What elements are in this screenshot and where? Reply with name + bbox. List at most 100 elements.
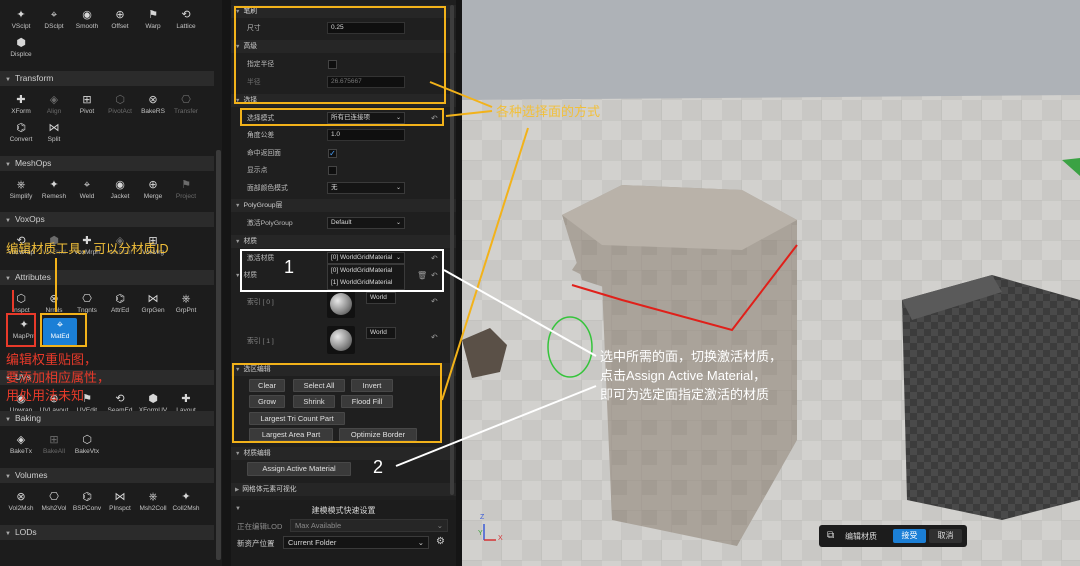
clear-button[interactable]: Clear <box>249 379 285 392</box>
xform-uv-icon: ⬢ <box>148 393 158 405</box>
tool-bspconv[interactable]: ⌬ BSPConv <box>70 490 104 518</box>
tool-grppnt[interactable]: ⎈ GrpPnt <box>169 292 203 320</box>
section-meshops[interactable]: ▼ MeshOps <box>0 156 214 171</box>
tool-msh2vol[interactable]: ⎔ Msh2Vol <box>37 490 71 518</box>
section-baking[interactable]: ▼ Baking <box>0 411 214 426</box>
offset-icon: ⊕ <box>115 9 125 21</box>
selection-mode-combo[interactable]: 所有已连接项 ⌄ <box>327 112 405 124</box>
row-specify-radius: 指定半径 <box>231 56 456 73</box>
select-all-button[interactable]: Select All <box>293 379 345 392</box>
tool-project[interactable]: ⚑ Project <box>169 178 203 206</box>
material-thumbnail[interactable] <box>327 290 355 318</box>
tool-transfer[interactable]: ⎔ Transfer <box>169 93 203 121</box>
tool-lattice[interactable]: ⟲ Lattice <box>169 8 203 36</box>
grow-button[interactable]: Grow <box>249 395 285 408</box>
group-selection[interactable]: ▼ 选择 <box>231 94 456 107</box>
tool-baketx[interactable]: ◈ BakeTx <box>4 433 38 461</box>
active-polygroup-combo[interactable]: Default ⌄ <box>327 217 405 229</box>
asset-location-combo[interactable]: Current Folder ⌄ <box>283 536 429 549</box>
align-icon: ◈ <box>49 94 59 106</box>
tool-smooth[interactable]: ◉ Smooth <box>70 8 104 36</box>
section-voxops[interactable]: ▼ VoxOps <box>0 212 214 227</box>
tool-merge[interactable]: ⊕ Merge <box>136 178 170 206</box>
3d-viewport[interactable]: Z Y X ⧉ 编辑材质 接受 取消 <box>462 0 1080 566</box>
largest-area-button[interactable]: Largest Area Part <box>249 428 333 441</box>
chevron-down-icon[interactable]: ▼ <box>235 273 240 279</box>
details-scrollbar[interactable] <box>450 5 454 495</box>
group-material-edit[interactable]: ▼ 材质编辑 <box>231 447 456 460</box>
section-lods[interactable]: ▼ LODs <box>0 525 214 540</box>
palette-scrollbar[interactable] <box>216 150 221 560</box>
tool-xform[interactable]: ✚ XForm <box>4 93 38 121</box>
tool-align[interactable]: ◈ Align <box>37 93 71 121</box>
gear-icon[interactable]: ⚙ <box>436 536 445 547</box>
tool-vol2msh[interactable]: ⊗ Vol2Msh <box>4 490 38 518</box>
section-transform[interactable]: ▼ Transform <box>0 71 214 86</box>
tool-inspct[interactable]: ⬡ Inspct <box>4 292 38 320</box>
material-thumbnail[interactable] <box>327 326 355 354</box>
tool-convert[interactable]: ⌬ Convert <box>4 121 38 149</box>
tool-bakers[interactable]: ⊗ BakeRS <box>136 93 170 121</box>
tool-weld[interactable]: ⌖ Weld <box>70 178 104 206</box>
tool-msh2coll[interactable]: ⎈ Msh2Coll <box>136 490 170 518</box>
group-brush[interactable]: ▼ 笔刷 <box>231 5 456 18</box>
tool-attred[interactable]: ⌬ AttrEd <box>103 292 137 320</box>
tool-pinspct[interactable]: ⋈ PInspct <box>103 490 137 518</box>
tool-simplify[interactable]: ⎈ Simplify <box>4 178 38 206</box>
group-selection-edit[interactable]: ▼ 选区编辑 <box>231 363 456 376</box>
show-points-checkbox[interactable] <box>328 166 337 175</box>
shrink-button[interactable]: Shrink <box>293 395 335 408</box>
group-polygroup[interactable]: ▼ PolyGroup层 <box>231 199 456 212</box>
tool-label: Merge <box>143 193 163 200</box>
tool-coll2msh[interactable]: ✦ Coll2Msh <box>169 490 203 518</box>
tool-bakevtx[interactable]: ⬡ BakeVtx <box>70 433 104 461</box>
reset-icon[interactable]: ↶ <box>431 267 438 284</box>
assign-active-material-button[interactable]: Assign Active Material <box>247 462 351 476</box>
tool-grpgen[interactable]: ⋈ GrpGen <box>136 292 170 320</box>
tool-jacket[interactable]: ◉ Jacket <box>103 178 137 206</box>
tool-remesh[interactable]: ✦ Remesh <box>37 178 71 206</box>
tool-tngnts[interactable]: ⎔ Tngnts <box>70 292 104 320</box>
tool-offset[interactable]: ⊕ Offset <box>103 8 137 36</box>
tool-warp[interactable]: ⚑ Warp <box>136 8 170 36</box>
tool-label: Convert <box>9 136 33 143</box>
group-advanced[interactable]: ▼ 高级 <box>231 40 456 53</box>
flood-fill-button[interactable]: Flood Fill <box>341 395 393 408</box>
tool-displce[interactable]: ⬢ Displce <box>4 36 38 64</box>
reset-icon[interactable]: ↶ <box>431 250 438 267</box>
tool-pivot[interactable]: ⊞ Pivot <box>70 93 104 121</box>
axis-z-label: Z <box>480 514 485 521</box>
material-asset-combo[interactable]: World <box>366 292 396 304</box>
group-materials[interactable]: ▼ 材质 <box>231 235 456 248</box>
radius-input[interactable]: 26.675667 <box>327 76 405 88</box>
active-material-combo[interactable]: [0] WorldGridMaterial ⌄ <box>327 252 405 264</box>
lod-combo[interactable]: Max Available ⌄ <box>290 519 448 532</box>
tool-dsclpt[interactable]: ⌖ DSclpt <box>37 8 71 36</box>
reset-icon[interactable]: ↶ <box>431 297 438 306</box>
angle-tol-input[interactable]: 1.0 <box>327 129 405 141</box>
material-asset-combo[interactable]: World <box>366 327 396 339</box>
section-attributes[interactable]: ▼ Attributes <box>0 270 214 285</box>
trash-icon[interactable]: 🗑 <box>417 267 427 284</box>
invert-button[interactable]: Invert <box>351 379 393 392</box>
largest-tri-count-button[interactable]: Largest Tri Count Part <box>249 412 345 425</box>
group-mesh-vis[interactable]: ▶ 网格体元素可视化 <box>231 483 456 496</box>
tool-pivotact[interactable]: ⬡ PivotAct <box>103 93 137 121</box>
tool-mated[interactable]: ⌖ MatEd <box>43 318 77 346</box>
tool-bakeall[interactable]: ⊞ BakeAll <box>37 433 71 461</box>
tool-split[interactable]: ⋈ Split <box>37 121 71 149</box>
tool-mappnt[interactable]: ✦ MapPnt <box>7 318 41 346</box>
size-input[interactable]: 0.25 <box>327 22 405 34</box>
optimize-border-button[interactable]: Optimize Border <box>339 428 417 441</box>
reset-icon[interactable]: ↶ <box>431 110 438 127</box>
section-volumes[interactable]: ▼ Volumes <box>0 468 214 483</box>
tool-vsclpt[interactable]: ✦ VSclpt <box>4 8 38 36</box>
cancel-button[interactable]: 取消 <box>929 529 962 543</box>
annotation-mat-tool: 编辑材质工具，可以分材质ID <box>6 242 169 256</box>
reset-icon[interactable]: ↶ <box>431 333 438 342</box>
tool-nrmls[interactable]: ⊗ Nrmls <box>37 292 71 320</box>
specify-radius-checkbox[interactable] <box>328 60 337 69</box>
hit-back-checkbox[interactable]: ✓ <box>328 149 337 158</box>
accept-button[interactable]: 接受 <box>893 529 926 543</box>
face-color-combo[interactable]: 无 ⌄ <box>327 182 405 194</box>
